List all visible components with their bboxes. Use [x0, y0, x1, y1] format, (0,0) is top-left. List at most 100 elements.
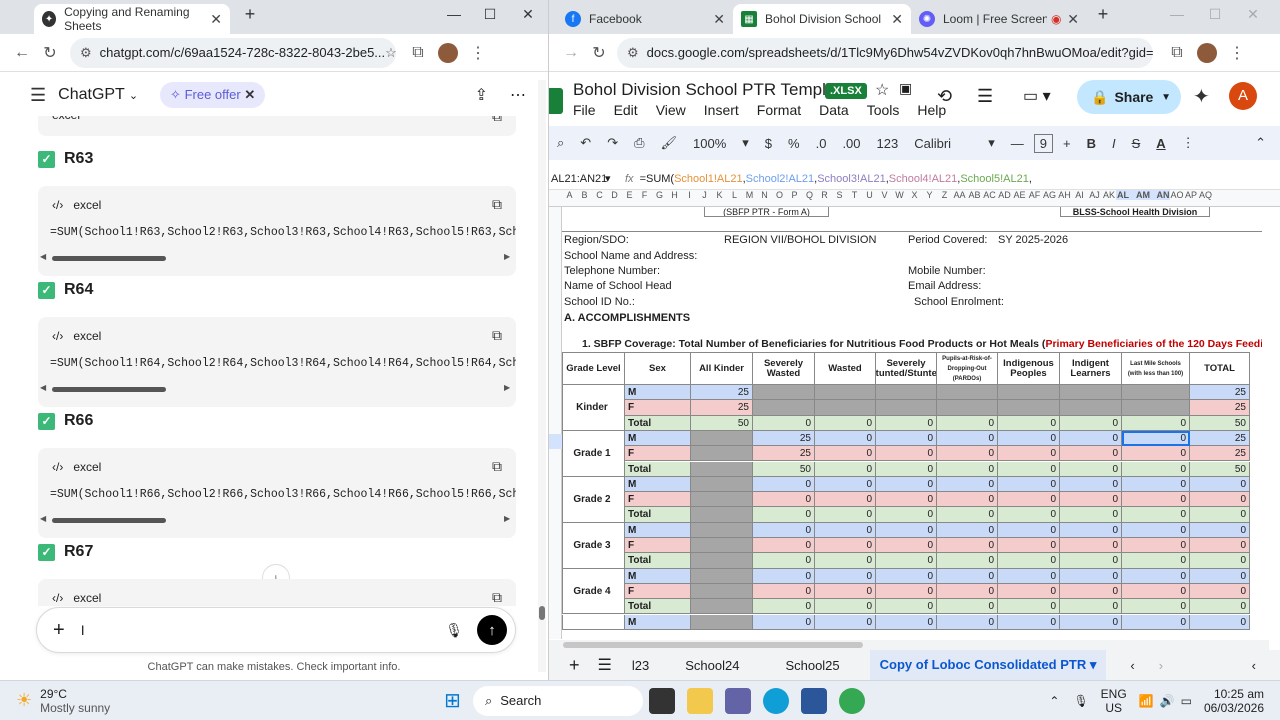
back-icon[interactable]: ←: [8, 44, 36, 62]
table-cell[interactable]: 0: [937, 415, 998, 431]
table-cell[interactable]: 0: [876, 476, 937, 493]
windows-start-icon[interactable]: ⊞: [444, 688, 461, 713]
mic-tray-icon[interactable]: 🎙: [1073, 694, 1088, 708]
scroll-tabs-right-icon[interactable]: ›: [1159, 658, 1163, 673]
table-cell[interactable]: 0: [753, 568, 815, 584]
menu-tools[interactable]: Tools: [867, 102, 900, 118]
scroll-right-icon[interactable]: ▶: [504, 383, 510, 392]
table-cell[interactable]: 0: [815, 415, 876, 431]
column-header[interactable]: O: [772, 190, 787, 200]
table-cell[interactable]: 0: [753, 507, 815, 523]
table-cell[interactable]: [937, 400, 998, 416]
table-cell[interactable]: 0: [753, 553, 815, 569]
table-cell[interactable]: 0: [1060, 599, 1122, 615]
column-header[interactable]: AB: [967, 190, 982, 200]
table-cell[interactable]: F: [625, 538, 691, 554]
table-cell[interactable]: 0: [1122, 476, 1190, 493]
column-header[interactable]: Z: [937, 190, 952, 200]
copy-code-icon[interactable]: ⧉: [492, 589, 502, 606]
table-cell[interactable]: [691, 553, 753, 569]
table-cell[interactable]: 25: [1190, 385, 1250, 401]
text-color-icon[interactable]: A: [1156, 136, 1165, 151]
table-cell[interactable]: 50: [1190, 415, 1250, 431]
close-tab-icon[interactable]: ✕: [210, 11, 222, 28]
taskbar-search[interactable]: ⌕ Search: [472, 685, 643, 716]
browser-menu-icon[interactable]: ⋮: [1223, 43, 1251, 63]
table-cell[interactable]: 0: [1060, 522, 1122, 538]
close-window-icon[interactable]: ✕: [1235, 6, 1271, 23]
table-cell[interactable]: 0: [1122, 446, 1190, 462]
table-cell[interactable]: 0: [876, 538, 937, 554]
column-header[interactable]: T: [847, 190, 862, 200]
table-cell[interactable]: 50: [753, 461, 815, 477]
column-header[interactable]: D: [607, 190, 622, 200]
reload-icon[interactable]: ↻: [585, 43, 613, 63]
active-sheet-tab[interactable]: Copy of Loboc Consolidated PTR ▾: [869, 650, 1107, 680]
table-cell[interactable]: 0: [937, 492, 998, 508]
table-cell[interactable]: [691, 507, 753, 523]
close-tab-icon[interactable]: ✕: [713, 11, 725, 28]
table-cell[interactable]: 0: [1190, 614, 1250, 630]
code-scrollbar[interactable]: [52, 387, 166, 392]
table-cell[interactable]: 0: [815, 492, 876, 508]
table-cell[interactable]: F: [625, 492, 691, 508]
word-icon[interactable]: [800, 687, 827, 714]
zoom-select[interactable]: 100%: [693, 136, 726, 151]
column-heading[interactable]: All Kinder: [691, 352, 753, 385]
table-cell[interactable]: 0: [815, 568, 876, 584]
table-cell[interactable]: 0: [876, 522, 937, 538]
increase-decimal-button[interactable]: .00: [842, 136, 860, 151]
menu-data[interactable]: Data: [819, 102, 849, 118]
close-tab-icon[interactable]: ✕: [1067, 11, 1079, 28]
column-header[interactable]: M: [742, 190, 757, 200]
table-cell[interactable]: 0: [753, 614, 815, 630]
table-cell[interactable]: 0: [1060, 507, 1122, 523]
column-header[interactable]: AK: [1102, 190, 1116, 200]
column-header[interactable]: U: [862, 190, 877, 200]
version-history-icon[interactable]: ⟲: [937, 86, 952, 107]
table-cell[interactable]: 0: [1122, 553, 1190, 569]
more-toolbar-icon[interactable]: ⋮: [1182, 135, 1195, 151]
table-cell[interactable]: 25: [691, 400, 753, 416]
url-bar[interactable]: ⚙ docs.google.com/spreadsheets/d/1Tlc9My…: [617, 37, 1153, 68]
table-cell[interactable]: 0: [815, 614, 876, 630]
table-cell[interactable]: 0: [937, 446, 998, 462]
currency-format-button[interactable]: $: [765, 136, 772, 151]
table-cell[interactable]: 0: [1122, 430, 1190, 447]
table-cell[interactable]: 50: [1190, 461, 1250, 477]
site-info-icon[interactable]: ⚙: [80, 45, 92, 61]
task-view-icon[interactable]: [648, 687, 675, 714]
column-heading[interactable]: Wasted: [815, 352, 876, 385]
table-cell[interactable]: 0: [815, 538, 876, 554]
clock[interactable]: 10:25 am 06/03/2026: [1204, 687, 1264, 715]
redo-icon[interactable]: ↷: [607, 135, 618, 151]
menu-view[interactable]: View: [656, 102, 686, 118]
scroll-left-icon[interactable]: ◀: [40, 252, 46, 261]
grade-level-cell[interactable]: Grade 1: [562, 430, 625, 477]
column-header[interactable]: I: [682, 190, 697, 200]
grade-level-cell[interactable]: Grade 4: [562, 568, 625, 615]
paint-format-icon[interactable]: 🖌: [661, 135, 678, 151]
number-format-button[interactable]: 123: [877, 136, 899, 151]
table-cell[interactable]: [753, 400, 815, 416]
column-header[interactable]: C: [592, 190, 607, 200]
table-cell[interactable]: 0: [937, 538, 998, 554]
table-cell[interactable]: 0: [1122, 599, 1190, 615]
table-cell[interactable]: 25: [753, 446, 815, 462]
share-icon[interactable]: ⇪: [475, 85, 488, 105]
table-cell[interactable]: 25: [691, 385, 753, 401]
site-info-icon[interactable]: ⚙: [627, 45, 639, 61]
table-cell[interactable]: 0: [1060, 553, 1122, 569]
scroll-tabs-left-icon[interactable]: ‹: [1130, 658, 1134, 673]
name-box[interactable]: AL21:AN21: [549, 173, 607, 185]
table-cell[interactable]: 0: [998, 583, 1060, 600]
table-cell[interactable]: 0: [815, 507, 876, 523]
table-cell[interactable]: 0: [876, 583, 937, 600]
column-header[interactable]: X: [907, 190, 922, 200]
column-header[interactable]: AA: [952, 190, 967, 200]
table-cell[interactable]: M: [625, 614, 691, 630]
attach-plus-icon[interactable]: +: [53, 619, 65, 642]
maximize-icon[interactable]: ☐: [1197, 6, 1233, 23]
dismiss-offer-icon[interactable]: ✕: [244, 87, 255, 102]
table-cell[interactable]: F: [625, 400, 691, 416]
